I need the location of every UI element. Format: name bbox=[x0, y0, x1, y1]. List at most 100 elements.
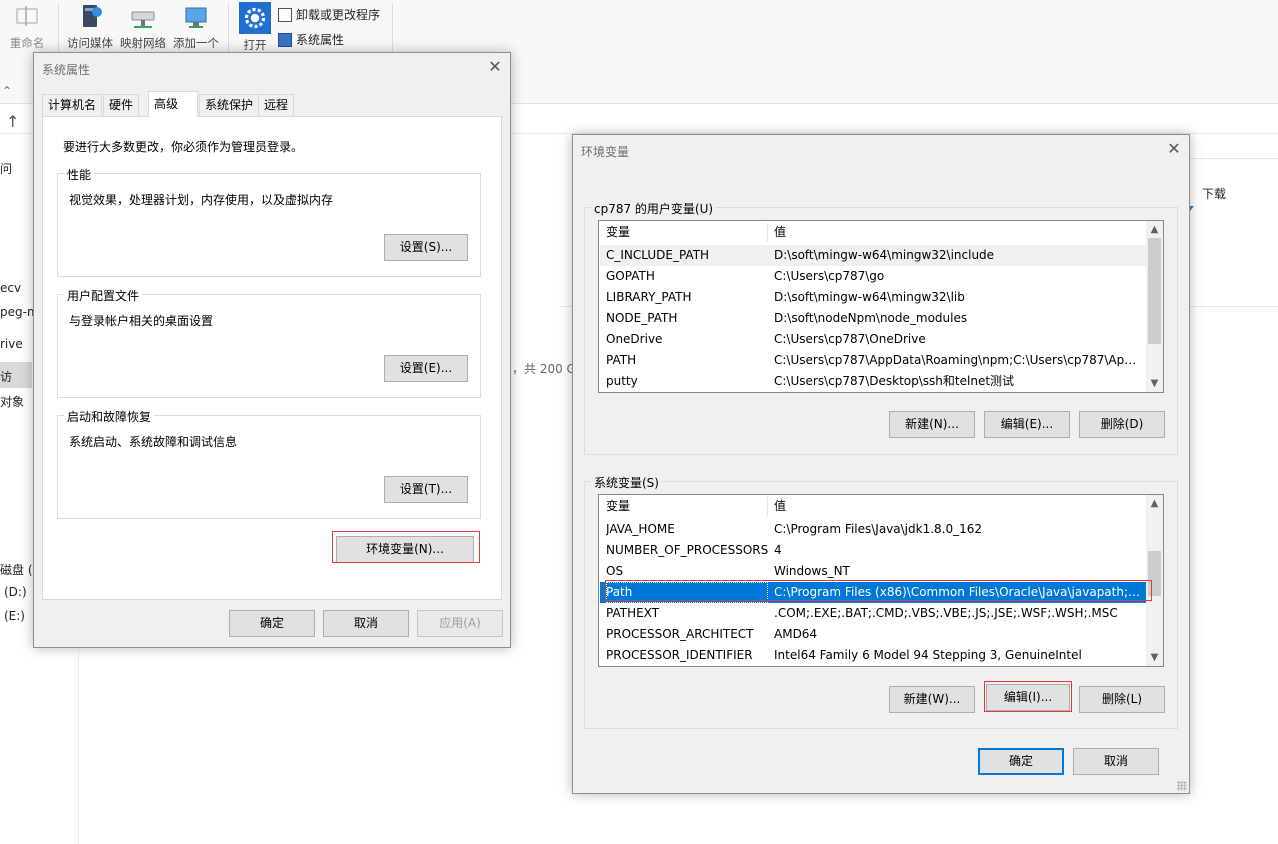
sidebar-item[interactable]: 对象 bbox=[0, 393, 24, 410]
rename-icon bbox=[16, 6, 38, 26]
add-network-location-command[interactable]: 添加一个 bbox=[170, 2, 222, 51]
resize-grip-icon[interactable] bbox=[1177, 781, 1187, 791]
variable-name: NODE_PATH bbox=[606, 311, 678, 325]
user-delete-button[interactable]: 删除(D) bbox=[1079, 411, 1165, 438]
uninstall-icon bbox=[278, 7, 292, 22]
table-row[interactable]: PATH C:\Users\cp787\AppData\Roaming\npm;C… bbox=[600, 350, 1147, 371]
uninstall-label: 卸载或更改程序 bbox=[296, 8, 381, 22]
network-drive-icon bbox=[131, 11, 155, 28]
tab-computer-name[interactable]: 计算机名 bbox=[42, 94, 103, 117]
scroll-down-icon[interactable]: ▼ bbox=[1146, 649, 1163, 666]
table-row[interactable]: NUMBER_OF_PROCESSORS 4 bbox=[600, 540, 1147, 561]
table-row[interactable]: NODE_PATH D:\soft\nodeNpm\node_modules bbox=[600, 308, 1147, 329]
cancel-button[interactable]: 取消 bbox=[323, 610, 409, 637]
table-row[interactable]: PROCESSOR_ARCHITECT AMD64 bbox=[600, 624, 1147, 645]
environment-variables-button[interactable]: 环境变量(N)... bbox=[336, 536, 474, 563]
system-properties-dialog: 系统属性 ✕ 计算机名 硬件 高级 系统保护 远程 要进行大多数更改，你必须作为… bbox=[33, 52, 511, 648]
sidebar-item[interactable]: ecv bbox=[0, 281, 21, 295]
system-delete-button[interactable]: 删除(L) bbox=[1079, 686, 1165, 713]
table-row[interactable]: C_INCLUDE_PATH D:\soft\mingw-w64\mingw32\… bbox=[600, 245, 1147, 266]
user-profiles-group: 用户配置文件 与登录帐户相关的桌面设置 设置(E)... bbox=[57, 287, 481, 398]
column-separator bbox=[767, 223, 768, 242]
group-label: 用户配置文件 bbox=[64, 287, 143, 304]
table-row[interactable]: OS Windows_NT bbox=[600, 561, 1147, 582]
scroll-up-icon[interactable]: ▲ bbox=[1146, 221, 1163, 238]
system-properties-command[interactable]: 系统属性 bbox=[278, 31, 344, 48]
scroll-up-icon[interactable]: ▲ bbox=[1146, 495, 1163, 512]
user-edit-button[interactable]: 编辑(E)... bbox=[984, 411, 1070, 438]
vertical-scrollbar[interactable]: ▲ ▼ bbox=[1146, 495, 1163, 666]
tab-remote[interactable]: 远程 bbox=[258, 94, 295, 117]
table-row[interactable]: PROCESSOR_IDENTIFIER Intel64 Family 6 Mod… bbox=[600, 645, 1147, 666]
table-row[interactable]: OneDrive C:\Users\cp787\OneDrive bbox=[600, 329, 1147, 350]
ribbon-separator bbox=[228, 4, 229, 52]
performance-settings-button[interactable]: 设置(S)... bbox=[384, 234, 468, 261]
table-row[interactable]: LIBRARY_PATH D:\soft\mingw-w64\mingw32\li… bbox=[600, 287, 1147, 308]
variable-value: C:\Users\cp787\go bbox=[774, 269, 885, 283]
user-new-button[interactable]: 新建(N)... bbox=[889, 411, 975, 438]
system-new-button[interactable]: 新建(W)... bbox=[889, 686, 975, 713]
user-profiles-settings-button[interactable]: 设置(E)... bbox=[384, 355, 468, 382]
ok-button[interactable]: 确定 bbox=[229, 610, 315, 637]
variable-name: C_INCLUDE_PATH bbox=[606, 248, 710, 262]
variable-value: .COM;.EXE;.BAT;.CMD;.VBS;.VBE;.JS;.JSE;.… bbox=[774, 606, 1118, 620]
table-row[interactable]: GOPATH C:\Users\cp787\go bbox=[600, 266, 1147, 287]
group-label: 启动和故障恢复 bbox=[64, 408, 155, 425]
rename-command[interactable]: 重命名 bbox=[4, 2, 50, 51]
table-row[interactable]: putty C:\Users\cp787\Desktop\ssh和telnet测试 bbox=[600, 371, 1147, 392]
apply-button[interactable]: 应用(A) bbox=[417, 610, 503, 637]
table-row[interactable]: PATHEXT .COM;.EXE;.BAT;.CMD;.VBS;.VBE;.JS… bbox=[600, 603, 1147, 624]
add-location-label: 添加一个 bbox=[173, 36, 219, 50]
ribbon-separator bbox=[58, 4, 59, 52]
startup-recovery-settings-button[interactable]: 设置(T)... bbox=[384, 476, 468, 503]
sidebar-item-drive-d[interactable]: (D:) bbox=[4, 585, 27, 599]
ok-button[interactable]: 确定 bbox=[978, 748, 1064, 775]
system-variables-list[interactable]: 变量 值 JAVA_HOME C:\Program Files\Java\jdk1… bbox=[598, 494, 1164, 667]
group-description: 与登录帐户相关的桌面设置 bbox=[69, 314, 214, 328]
up-arrow-icon[interactable]: ↑ bbox=[6, 112, 19, 131]
startup-recovery-group: 启动和故障恢复 系统启动、系统故障和调试信息 设置(T)... bbox=[57, 408, 481, 519]
sidebar-item-drive-e[interactable]: (E:) bbox=[4, 609, 25, 623]
variable-value: D:\soft\nodeNpm\node_modules bbox=[774, 311, 968, 325]
dialog-title: 系统属性 bbox=[42, 63, 91, 77]
sidebar-item[interactable]: rive bbox=[0, 337, 23, 351]
vertical-scrollbar[interactable]: ▲ ▼ bbox=[1146, 221, 1163, 392]
group-label: cp787 的用户变量(U) bbox=[591, 200, 717, 217]
user-variables-list[interactable]: 变量 值 C_INCLUDE_PATH D:\soft\mingw-w64\min… bbox=[598, 220, 1164, 393]
close-icon[interactable]: ✕ bbox=[484, 57, 506, 77]
tab-hardware[interactable]: 硬件 bbox=[103, 94, 140, 117]
access-media-command[interactable]: 访问媒体 bbox=[64, 2, 116, 51]
tab-system-protection[interactable]: 系统保护 bbox=[199, 94, 260, 117]
downloads-folder-label[interactable]: 下载 bbox=[1202, 185, 1226, 202]
performance-group: 性能 视觉效果，处理器计划，内存使用，以及虚拟内存 设置(S)... bbox=[57, 166, 481, 277]
admin-notice: 要进行大多数更改，你必须作为管理员登录。 bbox=[63, 140, 304, 154]
ribbon-collapse-icon[interactable]: ⌃ bbox=[2, 84, 12, 98]
pane-divider bbox=[78, 650, 79, 844]
tab-advanced[interactable]: 高级 bbox=[148, 91, 198, 117]
variable-name: putty bbox=[606, 374, 638, 388]
variable-value: C:\Users\cp787\Desktop\ssh和telnet测试 bbox=[774, 374, 1015, 388]
variable-value: AMD64 bbox=[774, 627, 818, 641]
system-edit-button[interactable]: 编辑(I)... bbox=[986, 684, 1070, 711]
map-network-drive-command[interactable]: 映射网络 bbox=[118, 2, 168, 51]
variable-value: C:\Program Files (x86)\Common Files\Orac… bbox=[774, 585, 1142, 599]
cancel-button[interactable]: 取消 bbox=[1073, 748, 1159, 775]
variable-value: Intel64 Family 6 Model 94 Stepping 3, Ge… bbox=[774, 648, 1082, 662]
column-header-value[interactable]: 值 bbox=[774, 495, 786, 518]
ribbon-separator bbox=[392, 4, 393, 52]
sidebar-item[interactable]: 问 bbox=[0, 160, 12, 177]
close-icon[interactable]: ✕ bbox=[1163, 139, 1185, 159]
scroll-down-icon[interactable]: ▼ bbox=[1146, 375, 1163, 392]
column-header-variable[interactable]: 变量 bbox=[606, 221, 630, 244]
table-row-selected[interactable]: Path C:\Program Files (x86)\Common Files\… bbox=[600, 582, 1147, 603]
uninstall-program-command[interactable]: 卸载或更改程序 bbox=[278, 6, 380, 23]
column-header-value[interactable]: 值 bbox=[774, 221, 786, 244]
sidebar-item-selected[interactable]: 访 bbox=[0, 368, 12, 385]
open-settings-command[interactable]: 打开 bbox=[236, 2, 274, 53]
environment-variables-dialog: 环境变量 ✕ cp787 的用户变量(U) 变量 值 C_INCLUDE_PAT… bbox=[572, 134, 1190, 794]
variable-value: Windows_NT bbox=[774, 564, 850, 578]
scrollbar-thumb[interactable] bbox=[1148, 238, 1161, 344]
table-row[interactable]: JAVA_HOME C:\Program Files\Java\jdk1.8.0_… bbox=[600, 519, 1147, 540]
column-header-variable[interactable]: 变量 bbox=[606, 495, 630, 518]
scrollbar-thumb[interactable] bbox=[1148, 551, 1161, 596]
